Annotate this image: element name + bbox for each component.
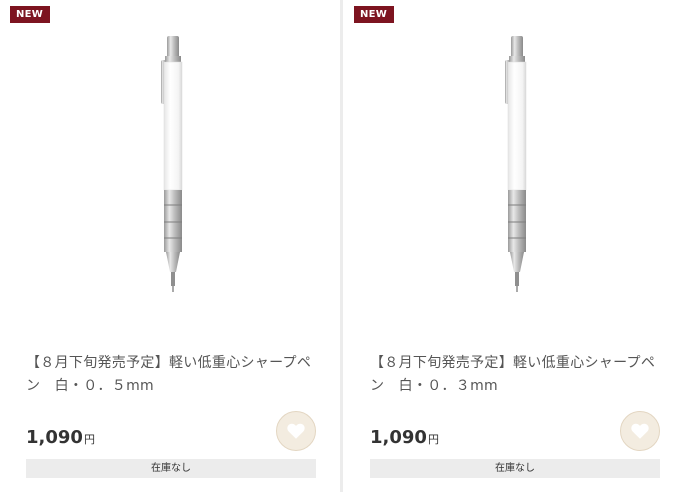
favorite-button[interactable] xyxy=(620,411,660,451)
product-image[interactable] xyxy=(344,0,674,330)
currency-label: 円 xyxy=(83,433,95,446)
heart-icon xyxy=(287,423,305,439)
price-row: 1,090円 xyxy=(26,427,95,448)
card-divider xyxy=(340,0,343,492)
price-value: 1,090 xyxy=(26,427,83,448)
new-badge: NEW xyxy=(354,6,395,23)
currency-label: 円 xyxy=(427,433,439,446)
new-badge: NEW xyxy=(10,6,51,23)
stock-status: 在庫なし xyxy=(26,459,316,478)
price-value: 1,090 xyxy=(370,427,427,448)
product-card[interactable]: NEW 【８月下旬発売予定】軽い低重心シャープペン 白・０．３mm 1,090円… xyxy=(344,0,674,492)
product-title[interactable]: 【８月下旬発売予定】軽い低重心シャープペン 白・０．３mm xyxy=(370,352,660,398)
product-title[interactable]: 【８月下旬発売予定】軽い低重心シャープペン 白・０．５mm xyxy=(26,352,316,398)
price-row: 1,090円 xyxy=(370,427,439,448)
product-card[interactable]: NEW 【８月下旬発売予定】軽い低重心シャープペン 白・０．５mm 1,090円… xyxy=(0,0,330,492)
favorite-button[interactable] xyxy=(276,411,316,451)
stock-status: 在庫なし xyxy=(370,459,660,478)
product-image[interactable] xyxy=(0,0,330,330)
heart-icon xyxy=(631,423,649,439)
